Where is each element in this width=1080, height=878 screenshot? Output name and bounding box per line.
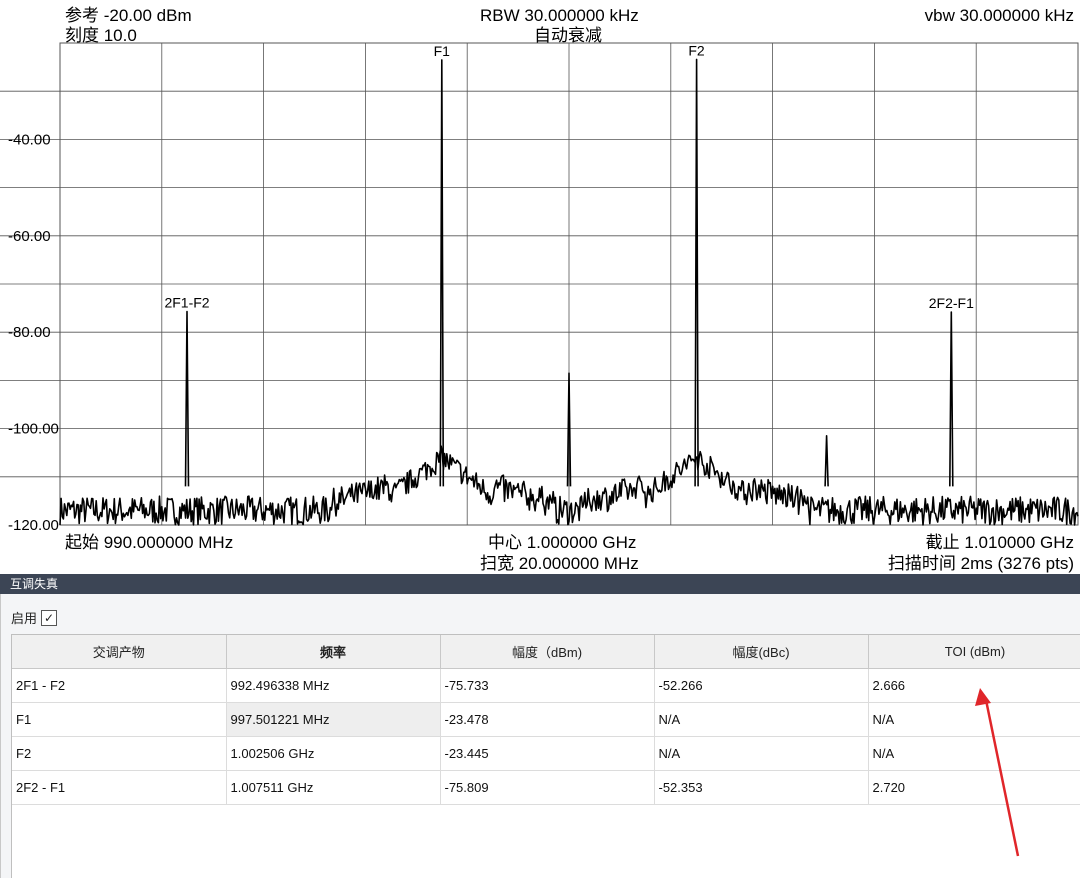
col-header-toi[interactable]: TOI (dBm) bbox=[868, 635, 1080, 669]
panel-title: 互调失真 bbox=[10, 577, 59, 591]
cell-amp-dbm: -23.445 bbox=[440, 736, 655, 771]
span-label: 扫宽 20.000000 MHz bbox=[480, 554, 639, 573]
peak-label: F2 bbox=[688, 42, 705, 58]
y-tick-label: -60.00 bbox=[8, 228, 51, 245]
enable-row: 启用 ✓ bbox=[11, 608, 58, 627]
table-header-row: 交调产物 频率 幅度（dBm) 幅度(dBc) TOI (dBm) bbox=[12, 635, 1080, 669]
enable-checkbox[interactable]: ✓ bbox=[41, 609, 58, 626]
intermod-table: 交调产物 频率 幅度（dBm) 幅度(dBc) TOI (dBm) 2F1 - … bbox=[12, 635, 1080, 805]
cell-amp-dbm: -23.478 bbox=[440, 702, 655, 737]
panel-title-bar: 互调失真 bbox=[0, 574, 1080, 594]
cell-frequency: 1.002506 GHz bbox=[226, 736, 441, 771]
col-header-amp-dbc[interactable]: 幅度(dBc) bbox=[654, 635, 869, 669]
peak-label: 2F2-F1 bbox=[929, 295, 974, 311]
cell-toi: 2.666 bbox=[868, 668, 1080, 703]
cell-frequency: 997.501221 MHz bbox=[226, 702, 441, 737]
intermod-panel: 启用 ✓ 交调产物 频率 幅度（dBm) 幅度(dBc) TOI (dBm) 2… bbox=[0, 594, 1080, 878]
cell-toi: N/A bbox=[868, 736, 1080, 771]
col-header-amp-dbm[interactable]: 幅度（dBm) bbox=[440, 635, 655, 669]
y-tick-label: -80.00 bbox=[8, 324, 51, 341]
cell-frequency: 992.496338 MHz bbox=[226, 668, 441, 703]
cell-product: F2 bbox=[12, 736, 227, 771]
enable-label: 启用 bbox=[11, 611, 38, 626]
table-row[interactable]: F2 1.002506 GHz -23.445 N/A N/A bbox=[12, 736, 1080, 771]
y-tick-label: -100.00 bbox=[8, 421, 59, 438]
y-tick-label: -120.00 bbox=[8, 517, 59, 534]
col-header-frequency[interactable]: 频率 bbox=[226, 635, 441, 669]
cell-amp-dbc: -52.353 bbox=[654, 770, 869, 805]
cell-amp-dbc: N/A bbox=[654, 736, 869, 771]
cell-product: 2F1 - F2 bbox=[12, 668, 227, 703]
cell-amp-dbm: -75.733 bbox=[440, 668, 655, 703]
col-header-product[interactable]: 交调产物 bbox=[12, 635, 227, 669]
table-row[interactable]: 2F1 - F2 992.496338 MHz -75.733 -52.266 … bbox=[12, 668, 1080, 703]
cell-product: 2F2 - F1 bbox=[12, 770, 227, 805]
stop-freq-label: 截止 1.010000 GHz bbox=[925, 533, 1074, 552]
intermod-table-container: 交调产物 频率 幅度（dBm) 幅度(dBc) TOI (dBm) 2F1 - … bbox=[11, 634, 1080, 878]
plot-grid bbox=[0, 42, 1079, 526]
spectrum-plot[interactable]: -40.00 -60.00 -80.00 -100.00 -120.00 2F1-F2 F… bbox=[0, 0, 1080, 574]
cell-frequency: 1.007511 GHz bbox=[226, 770, 441, 805]
cell-amp-dbc: N/A bbox=[654, 702, 869, 737]
cell-amp-dbm: -75.809 bbox=[440, 770, 655, 805]
sweep-time-label: 扫描时间 2ms (3276 pts) bbox=[887, 554, 1074, 573]
cell-amp-dbc: -52.266 bbox=[654, 668, 869, 703]
center-freq-label: 中心 1.000000 GHz bbox=[488, 533, 637, 552]
cell-toi: 2.720 bbox=[868, 770, 1080, 805]
peak-label: 2F1-F2 bbox=[164, 294, 209, 310]
y-tick-label: -40.00 bbox=[8, 131, 51, 148]
peak-label: F1 bbox=[434, 43, 451, 59]
table-row[interactable]: F1 997.501221 MHz -23.478 N/A N/A bbox=[12, 702, 1080, 737]
start-freq-label: 起始 990.000000 MHz bbox=[65, 533, 234, 552]
y-axis-ticks: -40.00 -60.00 -80.00 -100.00 -120.00 bbox=[8, 131, 59, 534]
cell-product: F1 bbox=[12, 702, 227, 737]
table-row[interactable]: 2F2 - F1 1.007511 GHz -75.809 -52.353 2.… bbox=[12, 770, 1080, 805]
cell-toi: N/A bbox=[868, 702, 1080, 737]
